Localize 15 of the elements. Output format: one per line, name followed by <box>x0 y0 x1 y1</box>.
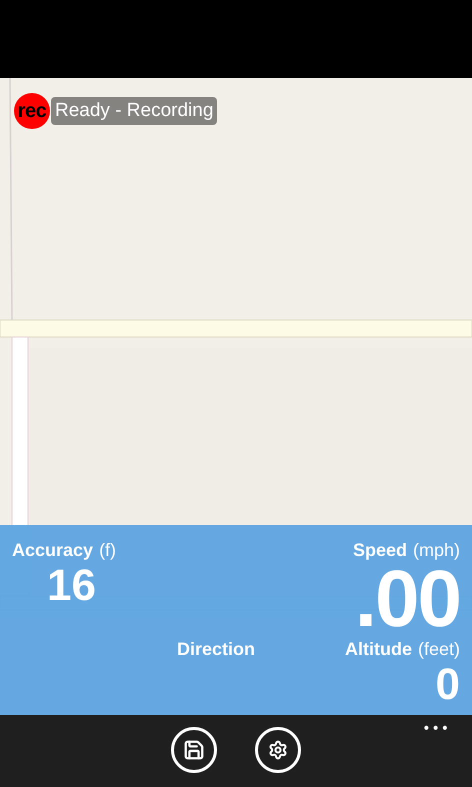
settings-icon <box>268 740 288 760</box>
settings-button[interactable] <box>255 727 301 773</box>
more-button[interactable]: ••• <box>422 719 450 740</box>
save-button[interactable] <box>171 727 217 773</box>
reading-value: 16 <box>47 564 96 608</box>
reading-unit: (feet) <box>418 638 460 661</box>
reading-label: Speed <box>352 539 407 562</box>
reading-label: Accuracy <box>12 539 94 562</box>
reading-label: Altitude <box>344 638 412 661</box>
status-text: Ready - Recording <box>51 96 218 126</box>
reading-value: .00 <box>354 564 460 634</box>
reading-unit: (f) <box>99 539 116 562</box>
reading-value: 0 <box>436 663 460 707</box>
reading-unit: (mph) <box>412 539 460 562</box>
reading-label: Direction <box>176 638 255 661</box>
